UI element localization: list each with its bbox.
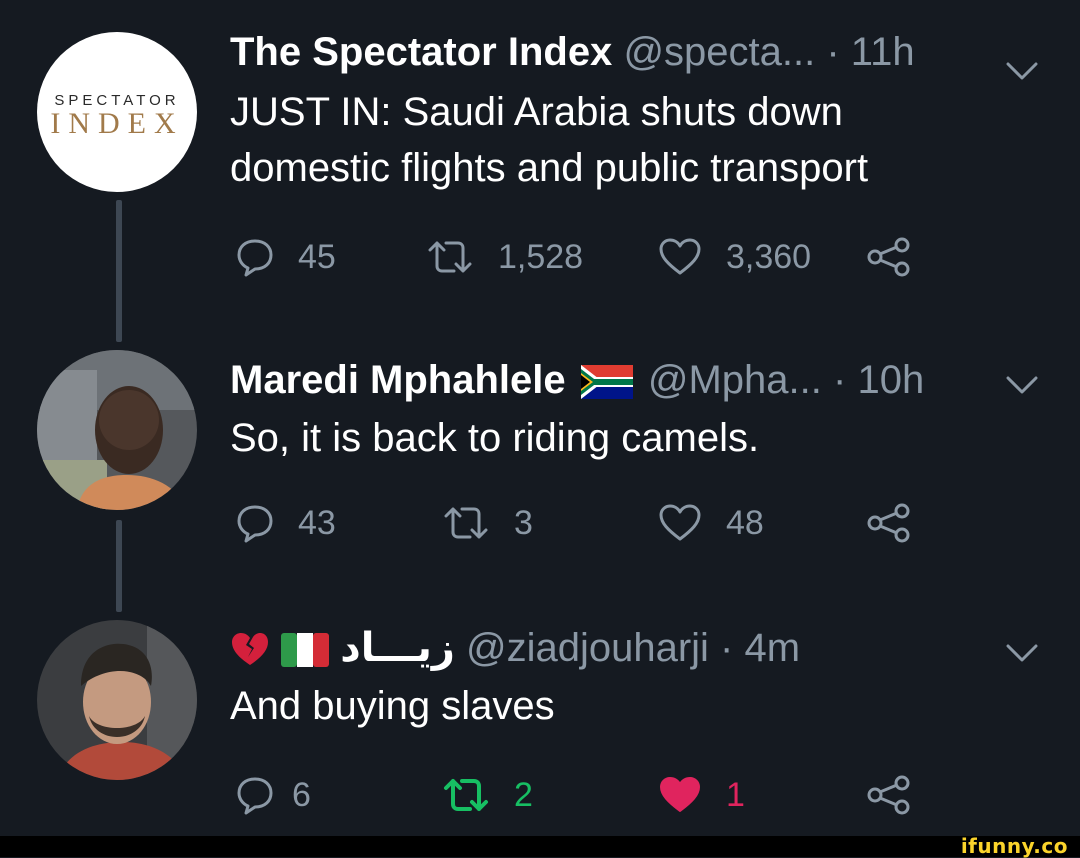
reply-button[interactable]: 43	[236, 498, 336, 548]
italy-flag-icon	[281, 633, 330, 668]
watermark: ifunny.co	[960, 834, 1068, 858]
timestamp[interactable]: · 10h	[833, 358, 924, 402]
tweet-text: So, it is back to riding camels.	[230, 410, 990, 466]
avatar[interactable]: SPECTATOR INDEX	[37, 32, 197, 192]
reply-icon	[237, 777, 273, 815]
display-name[interactable]: زيـــاد	[340, 625, 455, 671]
avatar[interactable]	[37, 620, 197, 780]
avatar[interactable]	[37, 350, 197, 510]
retweet-button[interactable]: 3	[442, 498, 533, 548]
retweet-icon	[428, 241, 472, 273]
chevron-down-icon[interactable]	[1002, 638, 1042, 668]
tweet-text-line: domestic flights and public transport	[230, 146, 869, 190]
tweet[interactable]: SPECTATOR INDEX The Spectator Index @spe…	[0, 0, 1080, 300]
retweet-icon	[444, 779, 488, 811]
tweet-header: Maredi Mphahlele @Mpha... · 10h	[230, 358, 924, 402]
avatar-photo	[37, 620, 197, 780]
tweet-header: The Spectator Index @specta... · 11h	[230, 30, 915, 74]
tweet-text: JUST IN: Saudi Arabia shuts down domesti…	[230, 84, 990, 196]
south-africa-flag-icon	[580, 365, 633, 400]
heart-icon	[659, 238, 701, 275]
display-name[interactable]: The Spectator Index	[230, 30, 612, 74]
tweet-header: زيـــاد @ziadjouharji · 4m	[230, 626, 800, 670]
share-icon	[867, 775, 910, 815]
heart-filled-icon	[660, 777, 700, 812]
tweet-text-line: So, it is back to riding camels.	[230, 416, 760, 460]
reply-button[interactable]: 6	[236, 770, 311, 820]
retweet-button[interactable]: 1,528	[426, 232, 583, 282]
tweet-text-line: And buying slaves	[230, 684, 555, 728]
like-button[interactable]: 48	[658, 498, 764, 548]
user-handle[interactable]: @ziadjouharji · 4m	[466, 626, 800, 670]
reply-button[interactable]: 45	[236, 232, 336, 282]
logo-text-bottom: INDEX	[50, 106, 184, 140]
like-count: 3,360	[726, 237, 812, 276]
share-button[interactable]	[866, 232, 912, 282]
share-icon	[867, 237, 910, 277]
reply-count: 45	[298, 237, 336, 276]
reply-count: 43	[298, 503, 336, 542]
retweet-button[interactable]: 2	[442, 770, 533, 820]
reply-count: 6	[292, 775, 311, 814]
chevron-down-icon[interactable]	[1002, 370, 1042, 400]
share-icon	[867, 503, 910, 543]
chevron-down-icon[interactable]	[1002, 56, 1042, 86]
share-button[interactable]	[866, 770, 912, 820]
share-button[interactable]	[866, 498, 912, 548]
watermark-bar	[0, 836, 1080, 857]
display-name[interactable]: Maredi Mphahlele	[230, 358, 566, 402]
tweet-text: And buying slaves	[230, 678, 990, 734]
tweet[interactable]: زيـــاد @ziadjouharji · 4m And buying sl…	[0, 610, 1080, 836]
tweet[interactable]: Maredi Mphahlele @Mpha... · 10h So, it i…	[0, 340, 1080, 580]
reply-icon	[237, 505, 273, 543]
avatar-photo	[37, 350, 197, 510]
reply-icon	[237, 239, 273, 277]
heart-icon	[659, 504, 701, 541]
like-count: 48	[726, 503, 764, 542]
retweet-count: 1,528	[498, 237, 584, 276]
like-button[interactable]: 1	[658, 770, 745, 820]
like-count: 1	[726, 775, 745, 814]
broken-heart-icon	[232, 633, 268, 666]
logo-text-top: SPECTATOR	[54, 91, 180, 109]
retweet-icon	[444, 507, 488, 539]
user-handle[interactable]: @specta...	[623, 30, 815, 74]
user-handle[interactable]: @Mpha...	[648, 358, 822, 402]
retweet-count: 3	[514, 503, 533, 542]
like-button[interactable]: 3,360	[658, 232, 811, 282]
timestamp[interactable]: · 11h	[826, 30, 914, 74]
tweet-text-line: JUST IN: Saudi Arabia shuts down	[230, 90, 843, 134]
retweet-count: 2	[514, 775, 533, 814]
